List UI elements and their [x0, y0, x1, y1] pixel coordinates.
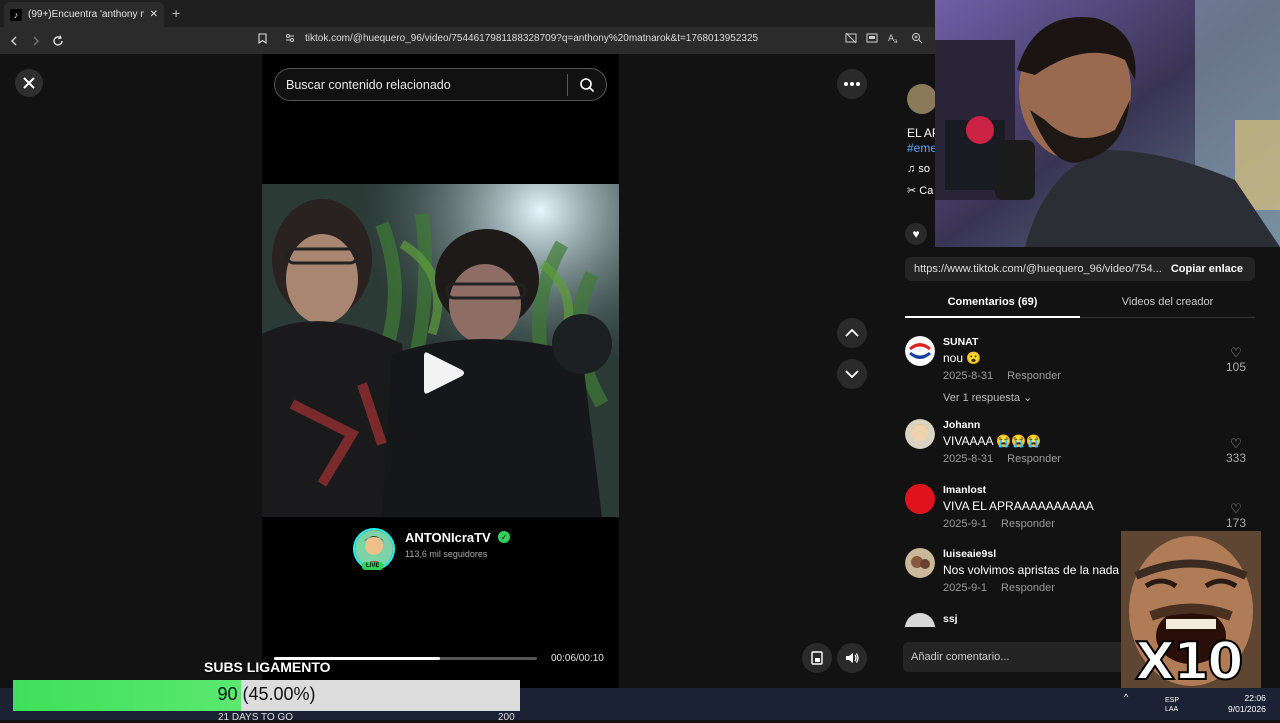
comment-username[interactable]: ssj — [943, 613, 958, 625]
bookmark-icon[interactable] — [258, 33, 267, 47]
active-tab-indicator — [905, 316, 1080, 318]
subs-goal-target: 200 — [498, 712, 515, 723]
webcam-overlay — [935, 0, 1280, 247]
share-link-box: https://www.tiktok.com/@huequero_96/vide… — [905, 257, 1255, 281]
music-note-icon: ♫ — [907, 163, 919, 175]
pip-icon — [811, 651, 823, 665]
close-icon — [23, 77, 35, 89]
tray-chevron-icon[interactable]: ^ — [1124, 692, 1128, 702]
comment-like-count: 105 — [1225, 360, 1247, 374]
like-icon[interactable]: ♥ — [905, 223, 927, 245]
comment-like[interactable]: ♡ 173 — [1221, 501, 1251, 531]
next-video-button[interactable] — [837, 359, 867, 389]
comment-username[interactable]: luiseaie9sl — [943, 548, 996, 560]
previous-video-button[interactable] — [837, 318, 867, 348]
comment-username[interactable]: SUNAT — [943, 336, 978, 348]
music-row[interactable]: ♫ so — [907, 163, 930, 175]
author-avatar[interactable] — [907, 84, 937, 114]
comment-username[interactable]: Johann — [943, 419, 980, 431]
ellipsis-icon — [844, 82, 860, 86]
clock-time: 22:06 — [1244, 693, 1266, 703]
browser-tab[interactable]: ♪ (99+)Encuentra 'anthony mat ✕ — [4, 2, 164, 27]
back-icon[interactable] — [3, 30, 25, 52]
comment-avatar[interactable] — [905, 613, 935, 627]
comment-text: nou 😮 — [943, 351, 982, 365]
site-info-icon[interactable] — [284, 32, 296, 47]
url-field[interactable]: tiktok.com/@huequero_96/video/7544617981… — [305, 33, 758, 44]
heart-outline-icon: ♡ — [1230, 345, 1242, 360]
keyboard-language[interactable]: ESP LAA — [1165, 696, 1179, 714]
comment-avatar[interactable] — [905, 419, 935, 449]
search-icon[interactable] — [568, 77, 606, 93]
tab-creator-videos[interactable]: Videos del creador — [1080, 296, 1255, 308]
play-icon[interactable] — [424, 350, 466, 401]
meme-multiplier-text: X10 — [1134, 631, 1244, 693]
subs-days-to-go: 21 DAYS TO GO — [218, 712, 294, 723]
subs-goal-title: SUBS LIGAMENTO — [204, 659, 331, 675]
comment-text: VIVA EL APRAAAAAAAAAA — [943, 499, 1094, 513]
music-label: so — [918, 163, 930, 175]
comment-date: 2025-9-1 — [943, 582, 988, 594]
reply-button[interactable]: Responder — [1001, 518, 1055, 530]
reply-button[interactable]: Responder — [1007, 453, 1061, 465]
heart-outline-icon: ♡ — [1230, 501, 1242, 516]
live-badge: LIVE — [362, 562, 384, 570]
hashtag-link[interactable]: #eme — [907, 141, 937, 155]
channel-followers: 113,6 mil seguidores — [405, 549, 488, 559]
copy-link-button[interactable]: Copiar enlace — [1171, 263, 1255, 275]
new-tab-button[interactable]: + — [172, 5, 180, 21]
reply-button[interactable]: Responder — [1001, 582, 1055, 594]
tiktok-favicon-icon: ♪ — [10, 8, 22, 21]
reload-icon[interactable] — [47, 30, 69, 52]
comment-like-count: 333 — [1225, 451, 1247, 465]
svg-text:a: a — [894, 38, 898, 44]
zoom-icon[interactable] — [911, 32, 923, 47]
clock-date: 9/01/2026 — [1228, 704, 1266, 714]
tracking-icon[interactable] — [845, 32, 857, 47]
reply-button[interactable]: Responder — [1007, 370, 1061, 382]
add-comment-input[interactable]: Añadir comentario... — [903, 642, 1133, 672]
comment-date: 2025-8-31 — [943, 370, 994, 382]
system-clock[interactable]: 22:06 9/01/2026 — [1228, 693, 1266, 715]
verified-check-icon: ✓ — [498, 531, 510, 543]
tab-title: (99+)Encuentra 'anthony mat — [28, 9, 144, 20]
more-options-button[interactable] — [837, 69, 867, 99]
view-replies-button[interactable]: Ver 1 respuesta ⌄ — [943, 391, 1032, 404]
tab-close-icon[interactable]: ✕ — [150, 9, 158, 20]
comment-date: 2025-9-1 — [943, 518, 988, 530]
floating-player-button[interactable] — [802, 643, 832, 673]
comment-text: VIVAAAA 😭😭😭 — [943, 434, 1041, 448]
chevron-down-icon — [845, 370, 859, 378]
chevron-up-icon — [845, 329, 859, 337]
reader-view-icon[interactable] — [866, 32, 878, 47]
speaker-icon — [846, 653, 859, 663]
video-timecode: 00:06/00:10 — [551, 653, 604, 664]
comment-like-count: 173 — [1225, 516, 1247, 530]
comment-text: Nos volvimos apristas de la nada — [943, 563, 1120, 577]
search-input[interactable]: Buscar contenido relacionado — [275, 78, 567, 92]
volume-button[interactable] — [837, 643, 867, 673]
channel-name[interactable]: ANTONIcraTV — [405, 530, 491, 545]
subs-goal-value: 90 (45.00%) — [217, 684, 316, 704]
comment-avatar[interactable] — [905, 484, 935, 514]
comment-like[interactable]: ♡ 333 — [1221, 436, 1251, 466]
comment-like[interactable]: ♡ 105 — [1221, 345, 1251, 375]
capcut-icon: ✂ — [907, 185, 920, 197]
related-search-bar[interactable]: Buscar contenido relacionado — [274, 68, 607, 101]
translate-icon[interactable]: Aa — [888, 32, 900, 47]
heart-outline-icon: ♡ — [1230, 436, 1242, 451]
comment-username[interactable]: Imanlost — [943, 484, 986, 496]
capcut-row[interactable]: ✂ Ca — [907, 184, 933, 197]
tab-comments[interactable]: Comentarios (69) — [905, 296, 1080, 308]
comment-avatar[interactable] — [905, 336, 935, 366]
forward-icon[interactable] — [25, 30, 47, 52]
comment-avatar[interactable] — [905, 548, 935, 578]
share-link-url[interactable]: https://www.tiktok.com/@huequero_96/vide… — [905, 263, 1171, 275]
capcut-label: Ca — [919, 185, 934, 197]
close-button[interactable] — [15, 69, 43, 97]
comment-date: 2025-8-31 — [943, 453, 994, 465]
